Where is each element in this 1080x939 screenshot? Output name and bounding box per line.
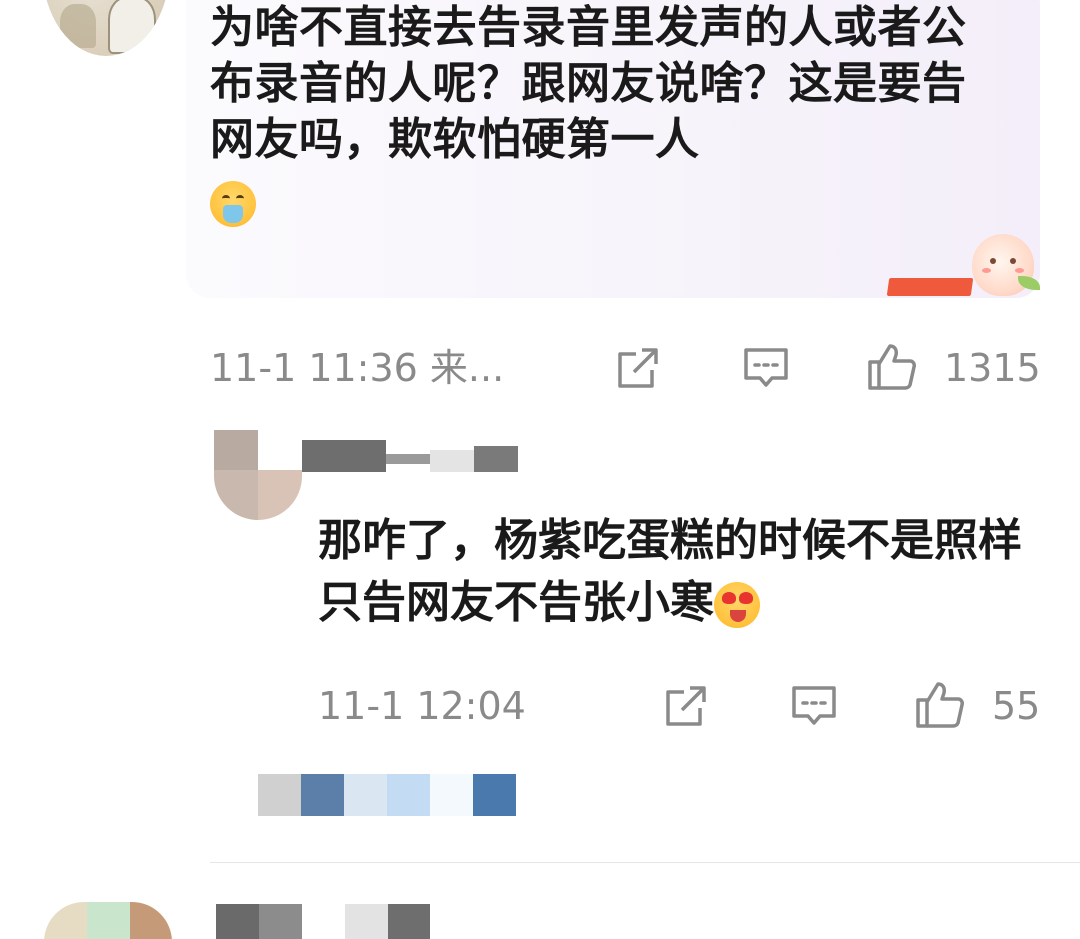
- more-replies-link-pixelated[interactable]: [258, 774, 516, 816]
- comment-body: 为啥不直接去告录音里发声的人或者公布录音的人呢？跟网友说啥？这是要告网友吗，欺软…: [210, 0, 1010, 230]
- like-count: 1315: [944, 346, 1041, 390]
- thumbs-up-icon[interactable]: [866, 340, 918, 392]
- peach-mascot-icon: [972, 228, 1042, 300]
- comment-thread: 为啥不直接去告录音里发声的人或者公布录音的人呢？跟网友说啥？这是要告网友吗，欺软…: [0, 0, 1080, 939]
- reply-text: 那咋了，杨紫吃蛋糕的时候不是照样只告网友不告张小寒: [318, 515, 1022, 628]
- share-icon[interactable]: [660, 680, 712, 732]
- comment-icon[interactable]: [740, 342, 792, 394]
- mask-vomit-emoji-icon: [210, 181, 256, 227]
- avatar-figure-right: [108, 0, 156, 54]
- comment-timestamp: 11-1 11:36 来...: [210, 346, 505, 390]
- reply-timestamp: 11-1 12:04: [318, 684, 526, 728]
- heart-eyes-tongue-emoji-icon: [714, 582, 760, 628]
- share-icon[interactable]: [612, 342, 664, 394]
- thumbs-up-icon[interactable]: [914, 678, 966, 730]
- commenter-avatar[interactable]: [42, 0, 170, 56]
- reply-username-pixelated[interactable]: [302, 440, 518, 472]
- decoration-stamp: [886, 278, 974, 296]
- avatar-figure-left: [60, 4, 96, 48]
- comment-text: 为啥不直接去告录音里发声的人或者公布录音的人呢？跟网友说啥？这是要告网友吗，欺软…: [210, 2, 967, 165]
- divider: [210, 862, 1080, 863]
- reply-body: 那咋了，杨紫吃蛋糕的时候不是照样只告网友不告张小寒: [318, 510, 1038, 634]
- reply-like-count: 55: [992, 684, 1041, 728]
- reply-avatar[interactable]: [214, 430, 302, 520]
- next-username-pixelated[interactable]: [216, 904, 430, 939]
- next-commenter-avatar[interactable]: [44, 902, 172, 939]
- comment-icon[interactable]: [788, 680, 840, 732]
